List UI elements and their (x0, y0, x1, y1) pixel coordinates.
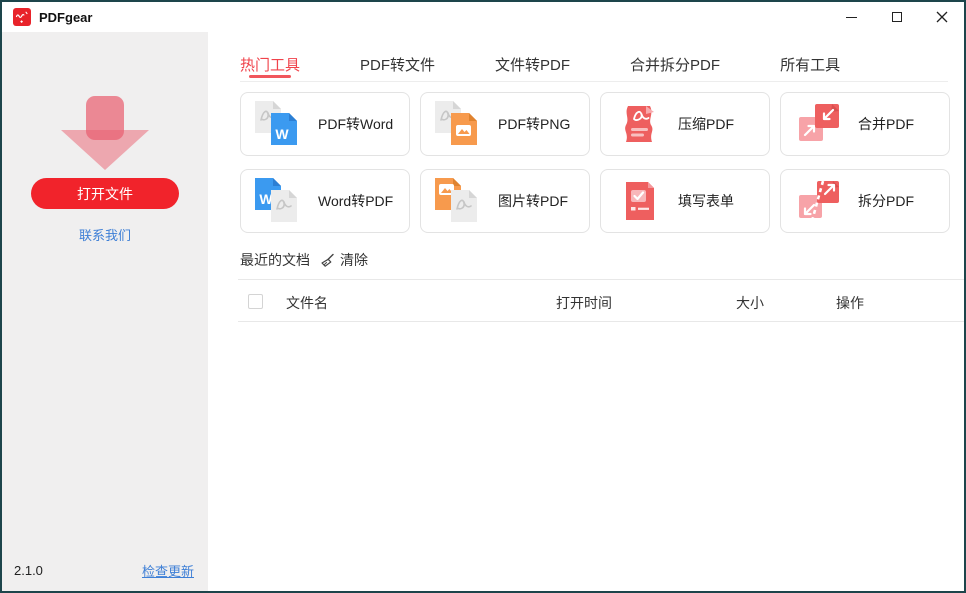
minimize-icon (846, 16, 857, 18)
tool-card-split-pdf[interactable]: 拆分PDF (780, 169, 950, 233)
tool-label: 图片转PDF (498, 193, 568, 209)
clear-label: 清除 (340, 252, 368, 268)
close-button[interactable] (919, 2, 964, 32)
column-filename: 文件名 (286, 295, 328, 311)
tool-label: Word转PDF (318, 193, 394, 209)
titlebar: PDFgear (2, 2, 964, 32)
app-title: PDFgear (39, 9, 93, 25)
clear-recent-button[interactable]: 清除 (320, 250, 368, 270)
image-to-pdf-icon (434, 177, 488, 225)
tool-label: 填写表单 (678, 193, 734, 209)
tab-all-tools[interactable]: 所有工具 (780, 46, 840, 81)
word-to-pdf-icon: W (254, 177, 308, 225)
contact-us-link[interactable]: 联系我们 (2, 225, 208, 244)
minimize-button[interactable] (829, 2, 874, 32)
sidebar: 打开文件 联系我们 2.1.0 检查更新 (2, 32, 208, 591)
tab-merge-split-pdf[interactable]: 合并拆分PDF (630, 46, 720, 81)
column-size: 大小 (736, 295, 764, 311)
column-action: 操作 (836, 295, 864, 311)
tool-label: PDF转Word (318, 116, 394, 132)
tool-card-fill-form[interactable]: 填写表单 (600, 169, 770, 233)
tool-label: PDF转PNG (498, 116, 571, 132)
tool-cards: W PDF转Word PDF转PNG 压缩PDF 合并PDF W Word转PD… (240, 92, 950, 233)
tool-label: 拆分PDF (858, 193, 914, 209)
tab-hot-tools[interactable]: 热门工具 (240, 46, 300, 81)
tool-label: 压缩PDF (678, 116, 734, 132)
compress-pdf-icon (614, 100, 668, 148)
close-icon (936, 11, 947, 23)
pdf-to-word-icon: W (254, 100, 308, 148)
recent-documents-bar: 最近的文档 清除 (240, 250, 368, 270)
open-file-button[interactable]: 打开文件 (31, 178, 179, 209)
recent-documents-title: 最近的文档 (240, 252, 310, 268)
main-panel: 热门工具 PDF转文件 文件转PDF 合并拆分PDF 所有工具 W PDF转Wo… (208, 32, 964, 591)
select-all-checkbox[interactable] (248, 294, 263, 309)
tool-card-merge-pdf[interactable]: 合并PDF (780, 92, 950, 156)
tool-card-pdf-to-word[interactable]: W PDF转Word (240, 92, 410, 156)
tool-card-compress-pdf[interactable]: 压缩PDF (600, 92, 770, 156)
fill-form-icon (614, 177, 668, 225)
svg-text:W: W (275, 126, 289, 142)
sidebar-bottom: 2.1.0 检查更新 (14, 561, 194, 580)
split-pdf-icon (794, 177, 848, 225)
pdf-to-png-icon (434, 100, 488, 148)
recent-files-table-header: 文件名 打开时间 大小 操作 (238, 279, 964, 322)
column-open-time: 打开时间 (556, 295, 612, 311)
app-logo-icon (13, 8, 31, 26)
tool-label: 合并PDF (858, 116, 914, 132)
broom-icon (321, 253, 334, 267)
check-update-link[interactable]: 检查更新 (142, 561, 194, 580)
merge-pdf-icon (794, 100, 848, 148)
tool-tabs: 热门工具 PDF转文件 文件转PDF 合并拆分PDF 所有工具 (240, 46, 948, 82)
version-label: 2.1.0 (14, 563, 43, 578)
tool-card-pdf-to-png[interactable]: PDF转PNG (420, 92, 590, 156)
tool-card-image-to-pdf[interactable]: 图片转PDF (420, 169, 590, 233)
maximize-icon (891, 12, 902, 22)
tab-file-to-pdf[interactable]: 文件转PDF (495, 46, 570, 81)
open-file-arrow-icon (61, 96, 149, 170)
window-controls (829, 2, 964, 32)
tab-pdf-to-file[interactable]: PDF转文件 (360, 46, 435, 81)
tool-card-word-to-pdf[interactable]: W Word转PDF (240, 169, 410, 233)
maximize-button[interactable] (874, 2, 919, 32)
